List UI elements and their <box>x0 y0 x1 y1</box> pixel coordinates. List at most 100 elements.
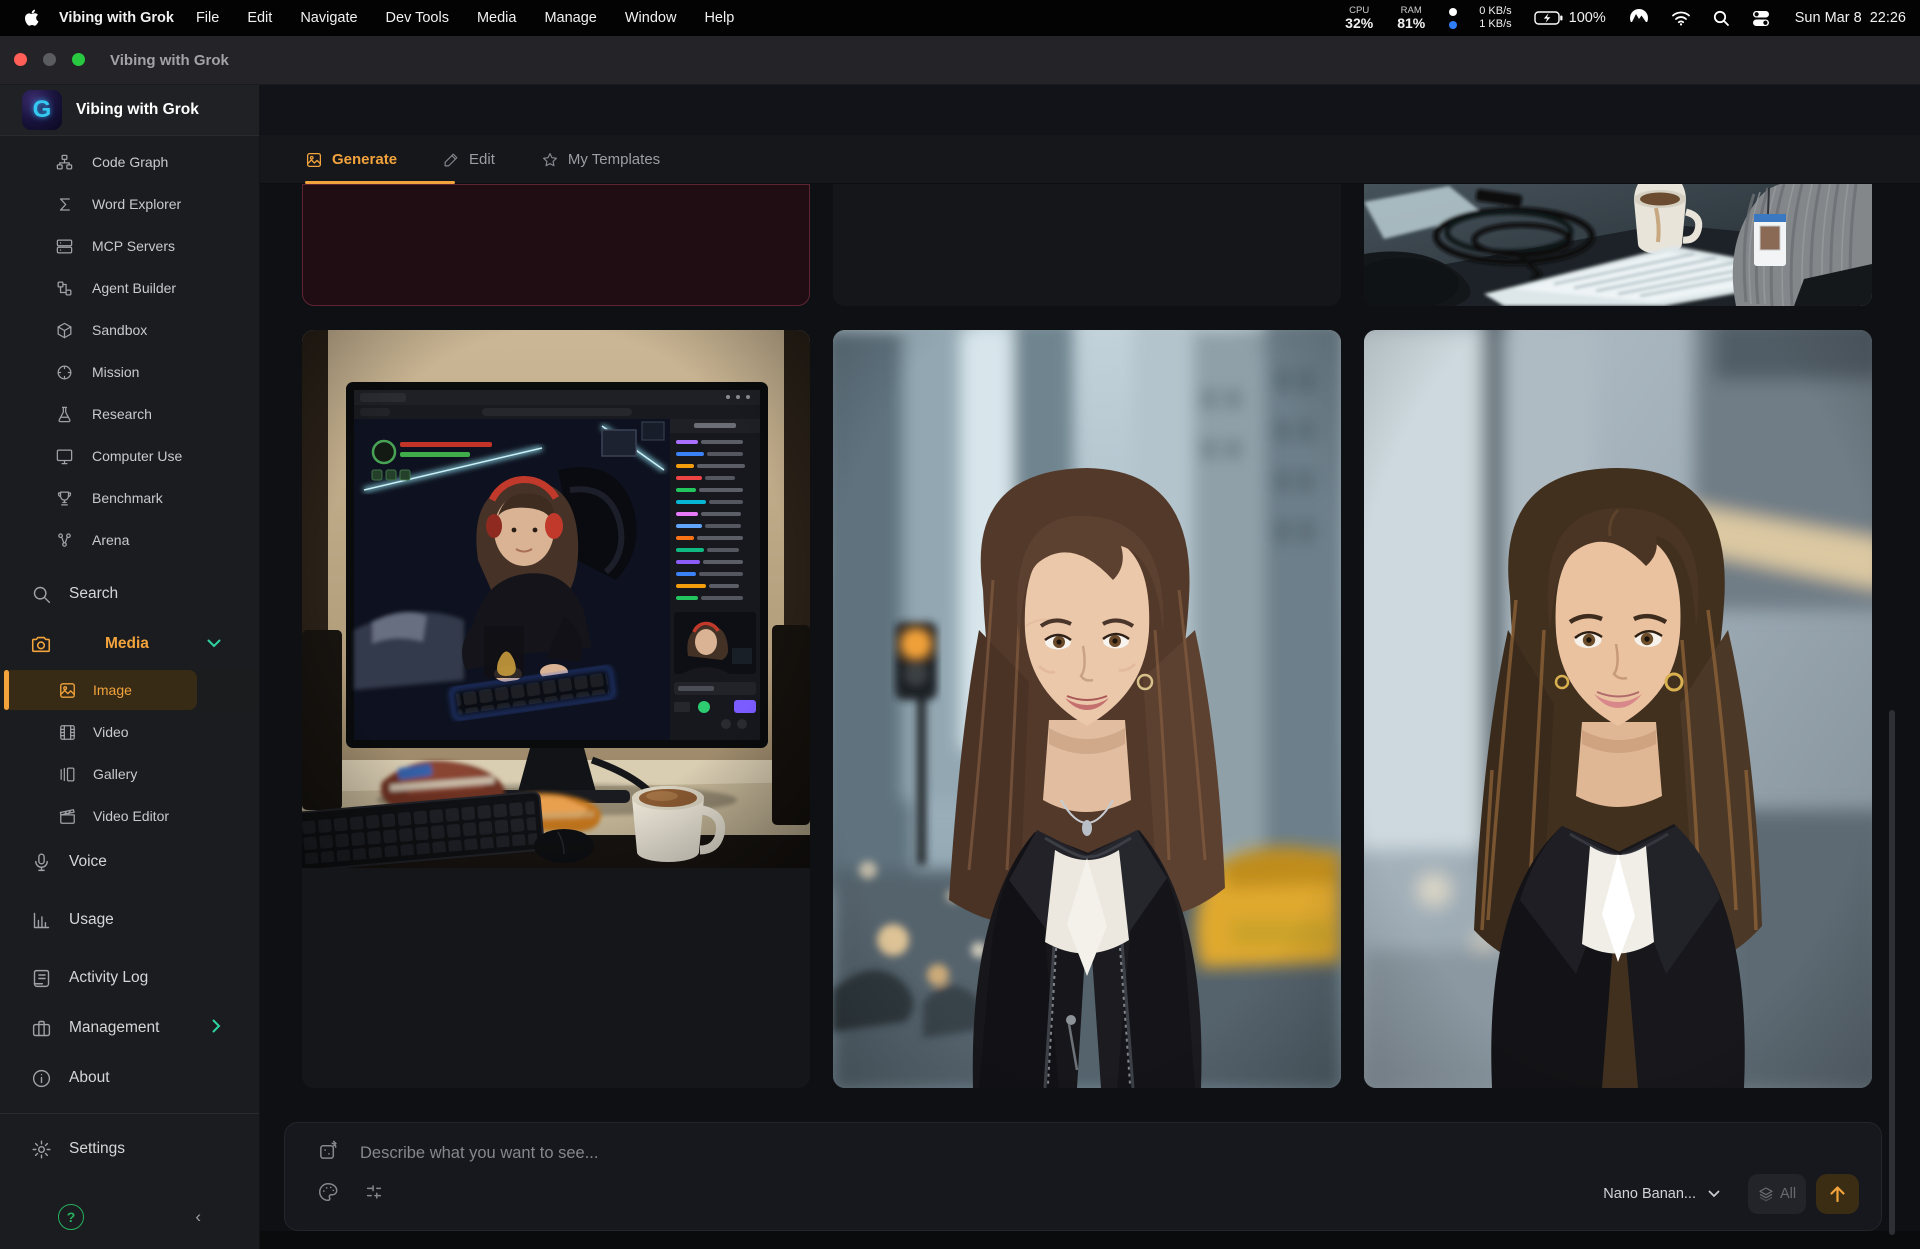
app-window: Vibing with Grok G Vibing with Grok Code… <box>0 36 1920 1249</box>
tab-my-templates[interactable]: My Templates <box>541 135 660 184</box>
prompt-dice-icon[interactable] <box>317 1139 340 1167</box>
help-button[interactable]: ? <box>58 1204 84 1230</box>
gaming-setup-photo <box>302 330 810 868</box>
macos-menu-bar: Vibing with Grok File Edit Navigate Dev … <box>0 0 1920 36</box>
chevron-down-icon <box>207 635 221 653</box>
tab-generate[interactable]: Generate <box>305 135 397 184</box>
sidebar-item-research[interactable]: Research <box>0 393 259 435</box>
sidebar-item-label: Mission <box>92 364 139 380</box>
sidebar: G Vibing with Grok Code Graph Word Explo… <box>0 85 260 1249</box>
tab-label: My Templates <box>568 151 660 168</box>
sidebar-group-label: Media <box>105 635 149 653</box>
sidebar-item-label: Gallery <box>93 766 137 782</box>
sidebar-group-label: Search <box>69 585 118 603</box>
sidebar-item-settings[interactable]: Settings <box>0 1124 259 1174</box>
sidebar-item-mcp-servers[interactable]: MCP Servers <box>0 225 259 267</box>
main-content: Generate Edit My Templates <box>260 85 1920 1249</box>
menu-manage[interactable]: Manage <box>530 10 610 26</box>
code-graph-icon <box>55 153 74 172</box>
ram-status[interactable]: RAM 81% <box>1397 6 1425 31</box>
cube-icon <box>55 321 74 340</box>
close-window-button[interactable] <box>14 53 27 66</box>
arena-icon <box>55 531 74 550</box>
menu-navigate[interactable]: Navigate <box>286 10 371 26</box>
app-logo: G <box>22 90 62 130</box>
sidebar-item-video[interactable]: Video <box>0 711 259 753</box>
search-icon <box>30 583 52 605</box>
sidebar-item-agent-builder[interactable]: Agent Builder <box>0 267 259 309</box>
tab-bar: Generate Edit My Templates <box>260 135 1920 184</box>
download-dot <box>1449 21 1457 29</box>
send-button[interactable] <box>1816 1174 1859 1214</box>
tab-label: Edit <box>469 151 495 168</box>
generation-error-card[interactable] <box>302 184 810 306</box>
bar-chart-icon <box>30 909 52 931</box>
control-center-icon[interactable] <box>1752 10 1770 27</box>
apple-menu-icon[interactable] <box>24 9 39 27</box>
generation-empty-card[interactable] <box>833 184 1341 306</box>
sidebar-item-label: Computer Use <box>92 448 182 464</box>
video-editor-icon <box>58 807 77 826</box>
network-speed[interactable]: 0 KB/s 1 KB/s <box>1479 5 1511 30</box>
vertical-scrollbar[interactable] <box>1889 710 1895 1235</box>
sidebar-item-mission[interactable]: Mission <box>0 351 259 393</box>
cpu-status[interactable]: CPU 32% <box>1345 6 1373 31</box>
sidebar-app-title: Vibing with Grok <box>76 101 199 119</box>
window-title-bar[interactable]: Vibing with Grok <box>0 36 1920 85</box>
servers-icon <box>55 237 74 256</box>
sidebar-item-code-graph[interactable]: Code Graph <box>0 141 259 183</box>
menu-file[interactable]: File <box>182 10 233 26</box>
menubar-app-name[interactable]: Vibing with Grok <box>59 10 174 26</box>
spotlight-search-icon[interactable] <box>1713 10 1730 27</box>
model-selector[interactable]: Nano Banan... <box>1603 1186 1720 1202</box>
menu-window[interactable]: Window <box>611 10 691 26</box>
zoom-window-button[interactable] <box>72 53 85 66</box>
menu-dev-tools[interactable]: Dev Tools <box>372 10 463 26</box>
sidebar-item-benchmark[interactable]: Benchmark <box>0 477 259 519</box>
generated-image-street-portrait[interactable] <box>833 330 1341 1088</box>
tab-edit[interactable]: Edit <box>443 135 495 184</box>
target-icon <box>55 363 74 382</box>
menu-edit[interactable]: Edit <box>233 10 286 26</box>
sidebar-group-about[interactable]: About <box>0 1053 259 1103</box>
sidebar-item-arena[interactable]: Arena <box>0 519 259 561</box>
generated-image-gaming-setup[interactable] <box>302 330 810 1088</box>
vpn-menu-icon[interactable] <box>1629 8 1649 28</box>
palette-icon[interactable] <box>317 1181 339 1208</box>
sidebar-group-label: Settings <box>69 1140 125 1158</box>
sidebar-group-voice[interactable]: Voice <box>0 837 259 887</box>
monitor-icon <box>55 447 74 466</box>
scope-all-button[interactable]: All <box>1748 1174 1806 1214</box>
video-icon <box>58 723 77 742</box>
flask-icon <box>55 405 74 424</box>
sidebar-item-image[interactable]: Image <box>0 669 259 711</box>
sidebar-group-activity-log[interactable]: Activity Log <box>0 953 259 1003</box>
sidebar-group-media[interactable]: Media <box>0 619 259 669</box>
sidebar-item-video-editor[interactable]: Video Editor <box>0 795 259 837</box>
office-portrait-photo <box>1364 330 1872 1088</box>
menu-media[interactable]: Media <box>463 10 531 26</box>
sidebar-item-gallery[interactable]: Gallery <box>0 753 259 795</box>
sidebar-group-label: Activity Log <box>69 969 148 987</box>
prompt-input[interactable]: Describe what you want to see... <box>360 1144 598 1163</box>
generated-image-office-portrait[interactable] <box>1364 330 1872 1088</box>
sidebar-item-computer-use[interactable]: Computer Use <box>0 435 259 477</box>
minimize-window-button[interactable] <box>43 53 56 66</box>
sidebar-item-sandbox[interactable]: Sandbox <box>0 309 259 351</box>
sidebar-item-search[interactable]: Search <box>0 569 259 619</box>
sidebar-item-label: MCP Servers <box>92 238 175 254</box>
battery-status[interactable]: 100% <box>1534 10 1606 26</box>
settings-sliders-icon[interactable] <box>363 1181 385 1208</box>
collapse-sidebar-button[interactable]: ‹ <box>195 1207 201 1227</box>
sidebar-item-label: Code Graph <box>92 154 168 170</box>
sidebar-group-label: Voice <box>69 853 107 871</box>
network-activity-dots <box>1449 8 1457 29</box>
sidebar-group-usage[interactable]: Usage <box>0 895 259 945</box>
menu-help[interactable]: Help <box>690 10 748 26</box>
sidebar-item-word-explorer[interactable]: Word Explorer <box>0 183 259 225</box>
menubar-clock[interactable]: Sun Mar 8 22:26 <box>1795 10 1906 26</box>
wifi-menu-icon[interactable] <box>1671 10 1691 26</box>
generated-image-desk-cables[interactable] <box>1364 184 1872 306</box>
sidebar-item-label: Benchmark <box>92 490 163 506</box>
sidebar-group-management[interactable]: Management <box>0 1003 259 1053</box>
